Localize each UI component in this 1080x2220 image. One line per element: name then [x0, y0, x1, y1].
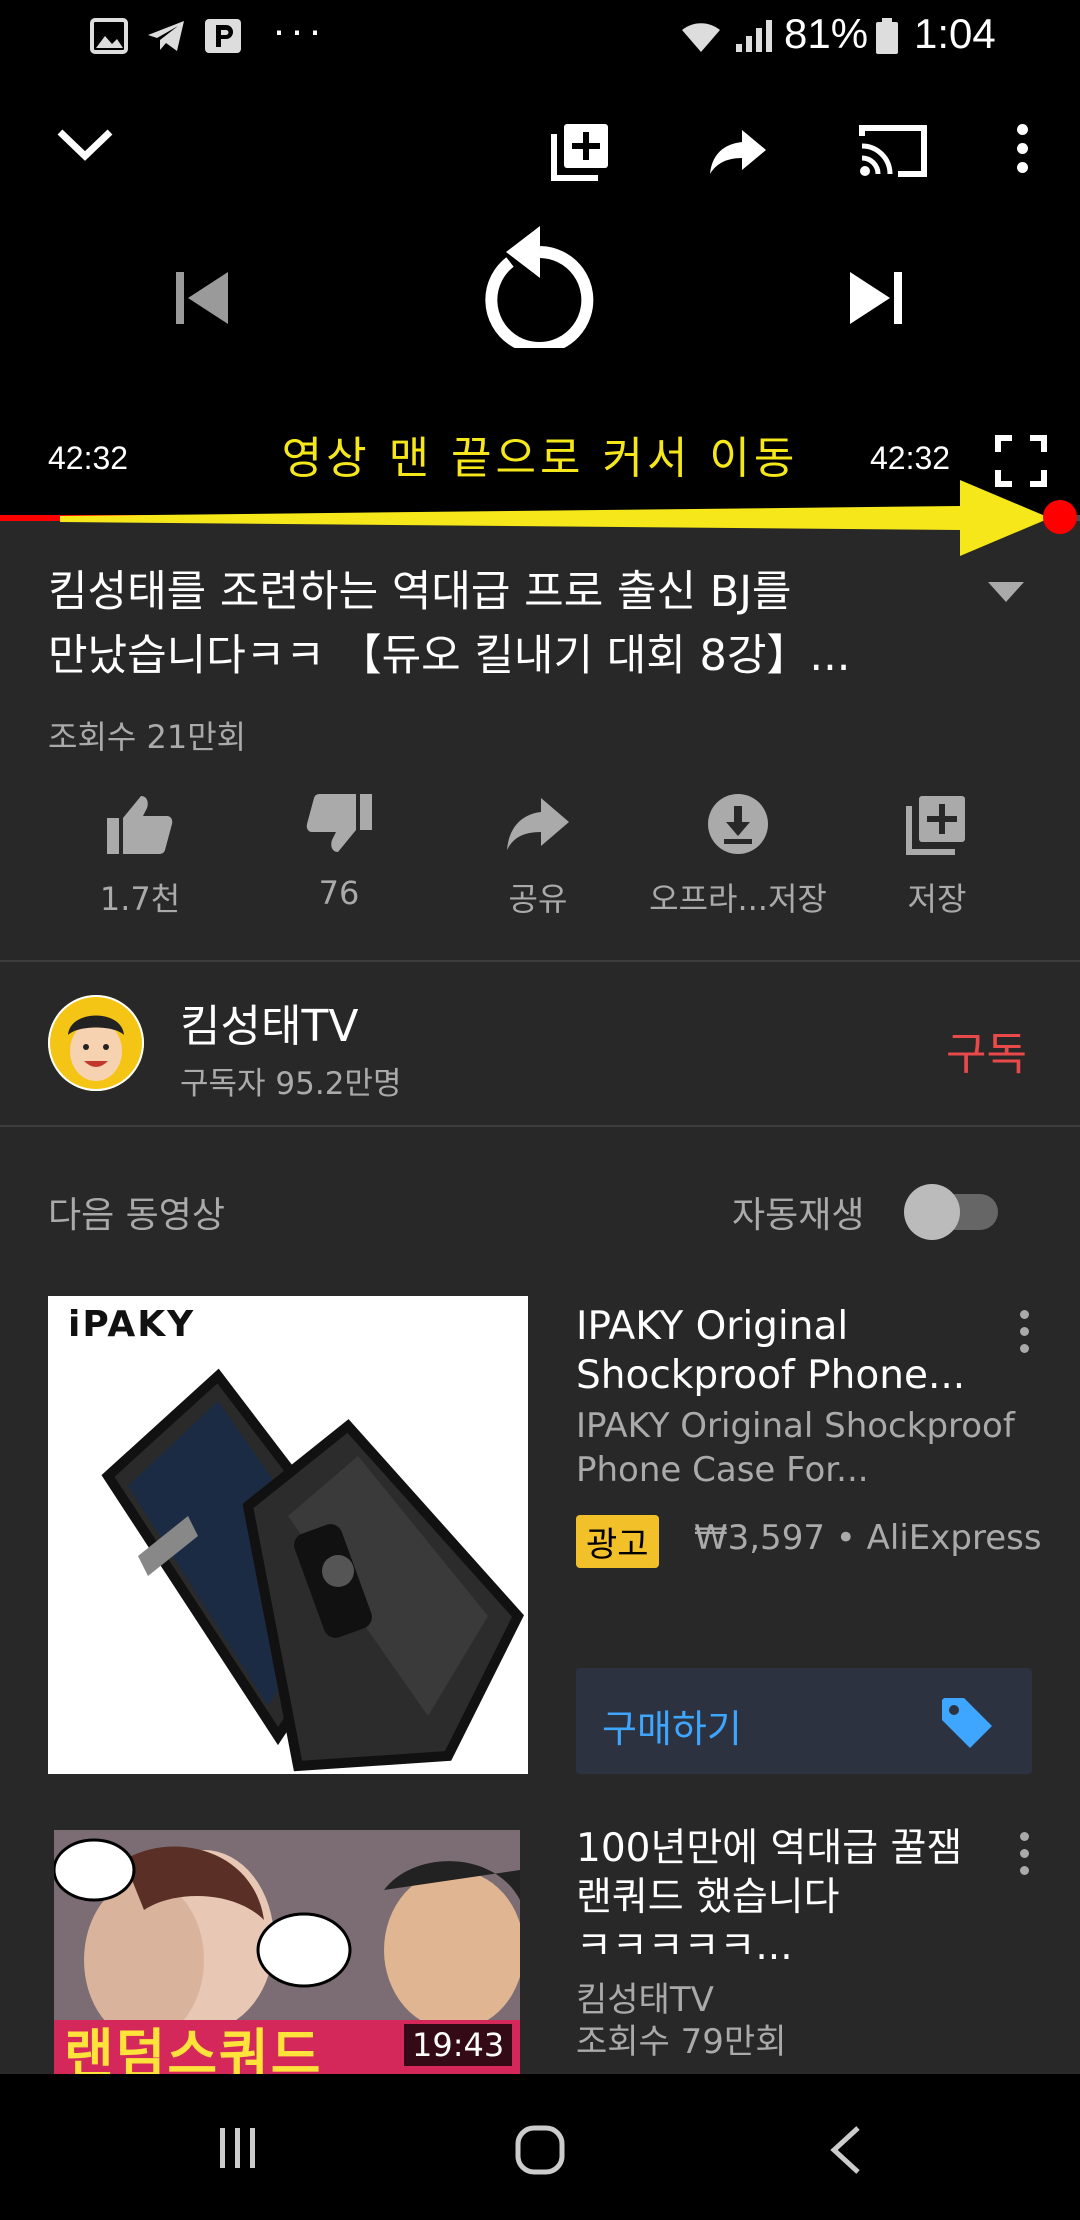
thumb-text: 랜덤스쿼드: [64, 2023, 323, 2074]
share-button[interactable]: 공유: [458, 792, 618, 920]
replay-icon[interactable]: [480, 218, 600, 348]
video-title-line: 킴성태를 조련하는 역대급 프로 출신 BJ를: [48, 567, 792, 617]
home-icon[interactable]: [514, 2124, 566, 2176]
save-button[interactable]: 저장: [857, 792, 1017, 920]
scrubber-handle[interactable]: [1043, 500, 1077, 534]
video-more-icon[interactable]: [1020, 1832, 1030, 1883]
dislike-button[interactable]: 76: [259, 792, 419, 912]
video-title[interactable]: 킴성태를 조련하는 역대급 프로 출신 BJ를 만났습니다ㅋㅋ 【듀오 킬내기 …: [48, 560, 948, 688]
share-icon[interactable]: [708, 126, 768, 176]
gallery-icon: [90, 18, 128, 54]
channel-avatar[interactable]: [48, 995, 144, 1091]
next-video-title[interactable]: 100년만에 역대급 꿀잼 랜쿼드 했습니다 ㅋㅋㅋㅋㅋ...: [576, 1824, 996, 1971]
divider: [0, 1125, 1080, 1127]
subscriber-count: 구독자 95.2만명: [180, 1066, 402, 1102]
channel-name[interactable]: 킴성태TV: [180, 990, 358, 1054]
ad-badge: 광고: [576, 1515, 659, 1568]
dislike-count: 76: [318, 874, 360, 912]
clock: 1:04: [914, 10, 996, 57]
ad-title[interactable]: IPAKY Original Shockproof Phone...: [576, 1302, 996, 1400]
buy-button[interactable]: 구매하기: [576, 1668, 1032, 1774]
signal-icon: [736, 20, 772, 52]
next-video-views: 조회수 79만회: [576, 2022, 787, 2062]
navigation-bar: [0, 2074, 1080, 2220]
up-next-label: 다음 동영상: [48, 1195, 226, 1236]
video-duration: 19:43: [404, 2024, 513, 2066]
ad-thumbnail[interactable]: iPAKY: [48, 1296, 528, 1774]
cast-icon[interactable]: [858, 122, 928, 178]
battery-percent: 81%: [784, 10, 869, 57]
previous-icon[interactable]: [172, 268, 232, 328]
next-video-title-line: 랜쿼드 했습니다: [576, 1875, 840, 1920]
view-count: 조회수 21만회: [48, 718, 247, 756]
share-icon: [507, 798, 569, 850]
thumbs-up-icon: [107, 796, 173, 854]
recent-apps-icon[interactable]: [214, 2124, 262, 2172]
next-video-title-line: ㅋㅋㅋㅋㅋ...: [576, 1924, 793, 1969]
video-title-line: 만났습니다ㅋㅋ 【듀오 킬내기 대회 8강】...: [48, 631, 851, 681]
status-bar: ··· 81% 1:04: [0, 0, 1080, 72]
add-to-playlist-icon[interactable]: [550, 120, 612, 182]
annotation-arrow: [60, 480, 1050, 556]
avatar-face: [48, 995, 144, 1091]
autoplay-toggle-knob[interactable]: [904, 1184, 960, 1240]
like-count: 1.7천: [99, 880, 181, 918]
share-label: 공유: [508, 880, 568, 918]
next-icon[interactable]: [846, 268, 906, 328]
back-icon[interactable]: [826, 2124, 866, 2176]
battery-icon: [876, 18, 898, 54]
parking-icon: [205, 19, 241, 53]
subscribe-button[interactable]: 구독: [946, 1018, 1027, 1082]
price-tag-icon: [942, 1698, 992, 1748]
collapse-chevron-down-icon[interactable]: [54, 124, 116, 164]
ad-price: ₩3,597 • AliExpress: [694, 1518, 1042, 1558]
thumbs-down-icon: [306, 794, 372, 852]
ad-more-icon[interactable]: [1020, 1310, 1030, 1361]
divider: [0, 960, 1080, 962]
save-label: 저장: [907, 880, 967, 918]
more-notifications-icon: ···: [272, 6, 326, 53]
offline-save-button[interactable]: 오프라...저장: [649, 792, 827, 920]
next-video-channel: 킴성태TV: [576, 1980, 714, 2020]
download-icon: [708, 794, 768, 854]
next-video-title-line: 100년만에 역대급 꿀잼: [576, 1826, 963, 1871]
add-to-playlist-icon: [906, 796, 965, 855]
offline-save-label: 오프라...저장: [649, 880, 827, 918]
video-player[interactable]: 42:32 42:32 영상 맨 끝으로 커서 이동: [0, 72, 1080, 556]
telegram-icon: [148, 21, 184, 51]
ad-subtitle: IPAKY Original Shockproof Phone Case For…: [576, 1406, 1015, 1490]
player-more-icon[interactable]: [1017, 124, 1028, 181]
expand-description-icon[interactable]: [986, 580, 1026, 604]
wifi-icon: [682, 23, 720, 52]
phone-case-image: [101, 1368, 524, 1772]
buy-button-label: 구매하기: [602, 1707, 742, 1751]
autoplay-label: 자동재생: [732, 1195, 865, 1236]
like-button[interactable]: 1.7천: [60, 792, 220, 920]
